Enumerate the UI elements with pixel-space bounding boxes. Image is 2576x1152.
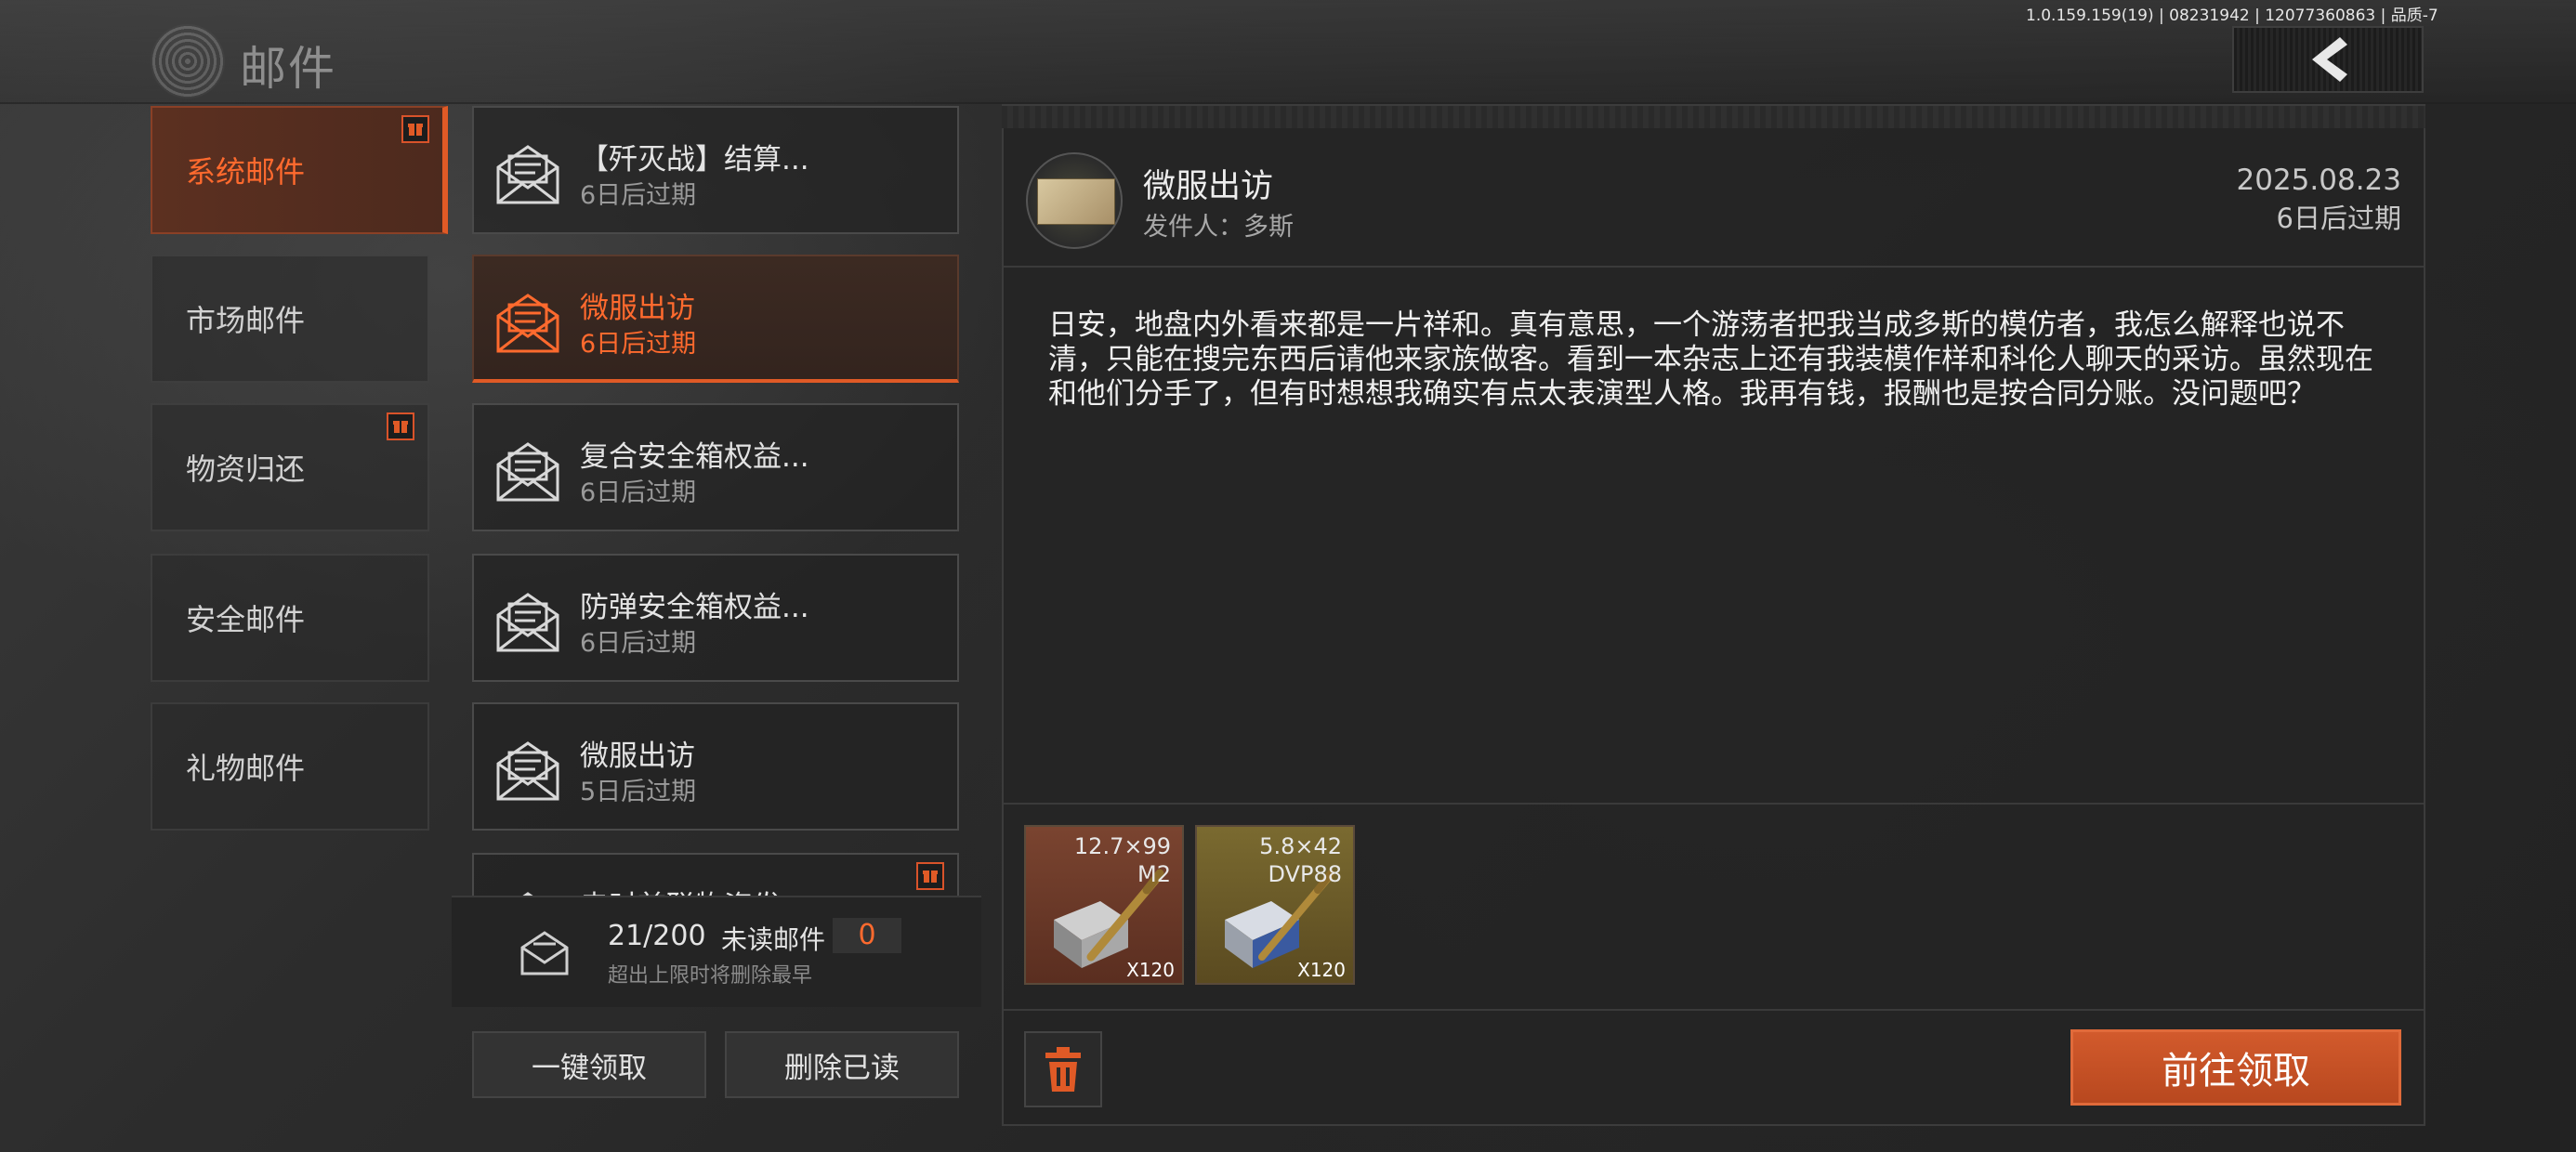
- mail-expire: 5日后过期: [580, 778, 697, 806]
- unread-label: 未读邮件: [721, 924, 826, 955]
- mail-list[interactable]: 【歼灭战】结算... 6日后过期 微服出访 6日后过期 复合安全箱权益... 6…: [452, 104, 981, 896]
- sender-avatar: [1026, 152, 1123, 249]
- divider: [1004, 266, 2424, 268]
- attachment-qty: X120: [1126, 959, 1175, 981]
- mail-title: 防弹安全箱权益...: [580, 591, 809, 624]
- envelope-icon: [496, 294, 559, 353]
- attachment-caliber: 5.8×42 DVP88: [1259, 833, 1342, 887]
- mail-title: 微服出访: [580, 740, 695, 773]
- mail-title: 微服出访: [580, 292, 695, 325]
- delete-mail-button[interactable]: [1024, 1031, 1102, 1107]
- divider: [1004, 803, 2424, 805]
- detail-date: 2025.08.23: [2236, 164, 2402, 197]
- mail-counter-bar: 21/200 未读邮件 0 超出上限时将删除最早: [452, 896, 981, 1007]
- trash-icon: [1045, 1047, 1081, 1092]
- mail-title: 【歼灭战】结算...: [580, 143, 809, 177]
- delete-read-button[interactable]: 删除已读: [725, 1031, 959, 1098]
- category-gift[interactable]: 礼物邮件: [151, 702, 429, 831]
- category-label: 礼物邮件: [186, 751, 306, 786]
- attachment-item[interactable]: 12.7×99 M2 X120: [1024, 825, 1184, 985]
- attachment-qty: X120: [1297, 959, 1346, 981]
- mail-stack-icon: [520, 931, 569, 975]
- detail-expire: 6日后过期: [2276, 203, 2401, 234]
- divider: [1004, 1009, 2424, 1011]
- category-security[interactable]: 安全邮件: [151, 554, 429, 682]
- envelope-icon: [496, 741, 559, 801]
- mail-item-partial[interactable]: 忠时首联物资发: [472, 853, 959, 896]
- gift-badge-icon: [387, 412, 414, 440]
- mail-count: 21/200: [608, 920, 706, 952]
- mail-expire: 6日后过期: [580, 478, 697, 507]
- category-label: 系统邮件: [186, 154, 306, 190]
- category-label: 市场邮件: [186, 303, 306, 338]
- panel-header-strip: [1002, 106, 2425, 128]
- envelope-icon: [522, 892, 533, 896]
- mail-item[interactable]: 微服出访 5日后过期: [472, 702, 959, 831]
- gift-badge-icon: [401, 115, 429, 143]
- mail-expire: 6日后过期: [580, 629, 697, 658]
- mail-expire: 6日后过期: [580, 330, 697, 359]
- chevron-left-icon: [2312, 37, 2347, 82]
- detail-title: 微服出访: [1143, 168, 1274, 205]
- limit-note: 超出上限时将删除最早: [608, 964, 813, 988]
- unread-count: 0: [833, 918, 901, 953]
- envelope-icon: [496, 145, 559, 204]
- category-label: 安全邮件: [186, 602, 306, 637]
- mail-item-selected[interactable]: 微服出访 6日后过期: [472, 255, 959, 383]
- mail-title: 复合安全箱权益...: [580, 440, 809, 474]
- envelope-icon: [496, 593, 559, 652]
- detail-sender: 发件人：多斯: [1143, 213, 1294, 242]
- category-system[interactable]: 系统邮件: [151, 106, 448, 234]
- back-button[interactable]: [2232, 26, 2424, 93]
- category-supply-return[interactable]: 物资归还: [151, 403, 429, 531]
- envelope-icon: [496, 442, 559, 502]
- detail-body: 日安，地盘内外看来都是一片祥和。真有意思，一个游荡者把我当成多斯的模仿者，我怎么…: [1048, 308, 2373, 411]
- go-claim-button[interactable]: 前往领取: [2070, 1029, 2401, 1106]
- mail-expire: 6日后过期: [580, 181, 697, 210]
- attachment-item[interactable]: 5.8×42 DVP88 X120: [1195, 825, 1355, 985]
- version-info: 1.0.159.159(19) | 08231942 | 12077360863…: [2026, 7, 2438, 25]
- mail-item[interactable]: 【歼灭战】结算... 6日后过期: [472, 106, 959, 234]
- claim-all-button[interactable]: 一键领取: [472, 1031, 706, 1098]
- category-label: 物资归还: [186, 452, 306, 487]
- gift-badge-icon: [916, 862, 944, 890]
- mail-item[interactable]: 防弹安全箱权益... 6日后过期: [472, 554, 959, 682]
- mail-item[interactable]: 复合安全箱权益... 6日后过期: [472, 403, 959, 531]
- attachment-caliber: 12.7×99 M2: [1073, 833, 1171, 887]
- globe-icon: [151, 24, 225, 98]
- mail-title: 忠时首联物资发: [580, 883, 782, 896]
- page-title: 邮件: [240, 42, 336, 96]
- category-market[interactable]: 市场邮件: [151, 255, 429, 383]
